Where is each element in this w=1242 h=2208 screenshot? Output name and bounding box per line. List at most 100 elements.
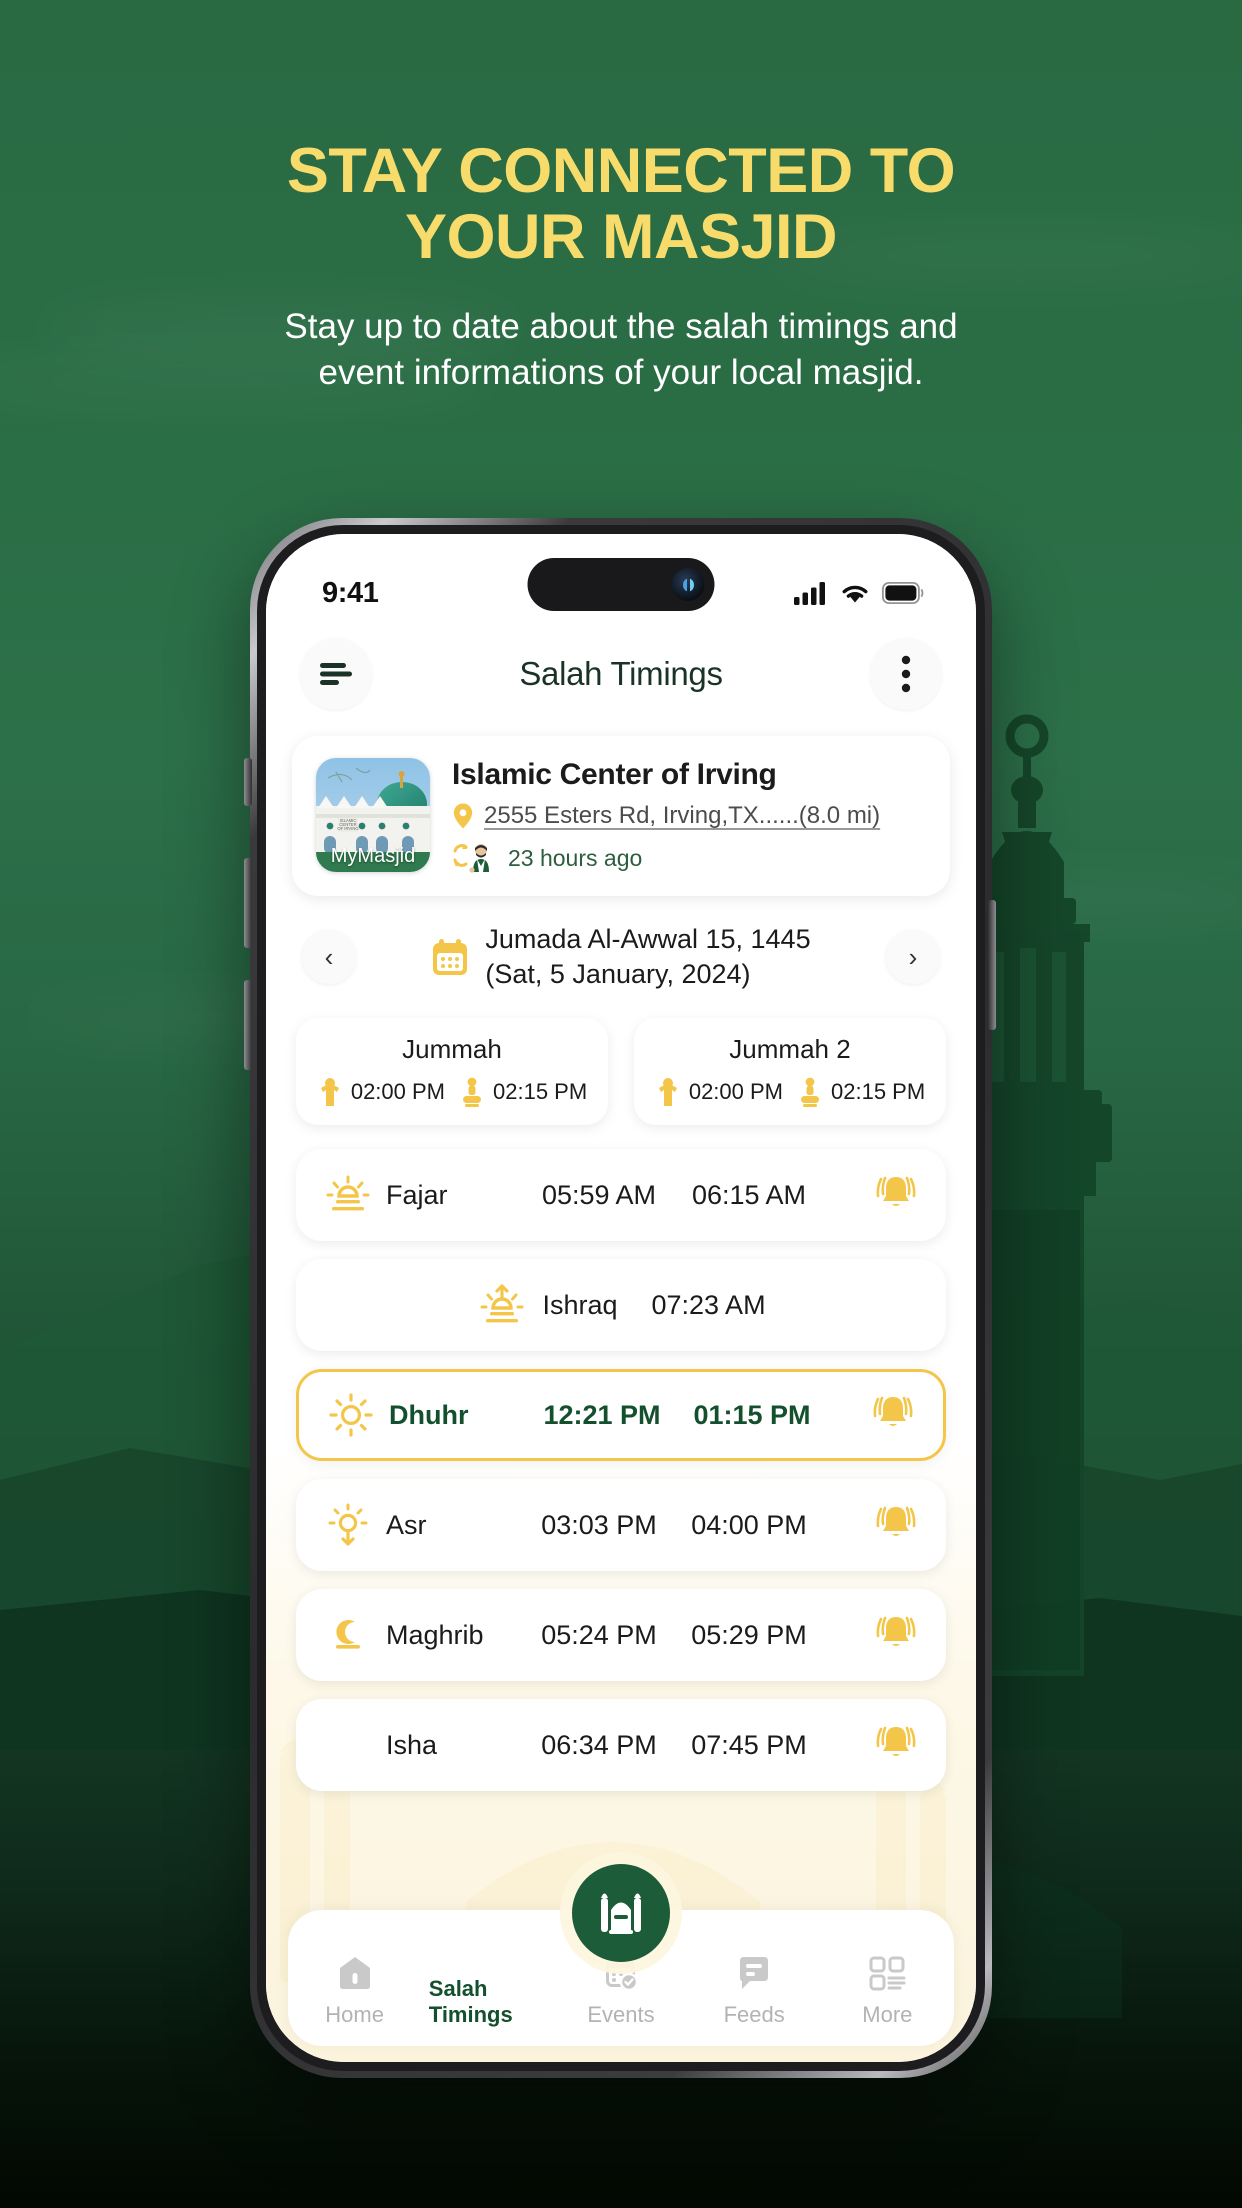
promo-subtitle-line2: event informations of your local masjid. <box>318 353 924 393</box>
promo-headline-line2: YOUR MASJID <box>404 202 838 273</box>
previous-date-button[interactable]: ‹ <box>302 930 356 985</box>
masjid-thumbnail: ISLAMIC CENTER OF IRVING MyMasjid <box>316 758 430 872</box>
nav-item-more[interactable]: More <box>828 1953 946 2028</box>
jamaat-icon <box>801 1077 819 1108</box>
moon-icon <box>322 1723 374 1767</box>
prayer-alarm-button[interactable] <box>869 1389 917 1442</box>
nav-item-feeds[interactable]: Feeds <box>695 1953 813 2028</box>
phone-power-button[interactable] <box>988 900 996 1030</box>
prayer-row-isha[interactable]: Isha 06:34 PM 07:45 PM <box>296 1699 946 1792</box>
date-navigation: ‹ Jumada Al-Awwal 15, 1445 (Sat, 5 Janua… <box>302 922 940 992</box>
nav-label: Salah Timings <box>428 1976 513 2027</box>
phone-mute-switch[interactable] <box>244 758 252 806</box>
prayer-row-ishraq[interactable]: Ishraq 07:23 AM <box>296 1259 946 1352</box>
phone-mockup: 9:41 Salah Timings ISLAMIC CENTER OF IRV… <box>250 518 992 2078</box>
prayer-begin-time: 06:34 PM <box>541 1729 657 1760</box>
phone-volume-down-button[interactable] <box>244 980 252 1070</box>
masjid-name: Islamic Center of Irving <box>452 758 777 791</box>
cellular-signal-icon <box>794 582 825 605</box>
bell-icon <box>873 1396 913 1426</box>
khutbah-time: 02:00 PM <box>350 1079 445 1105</box>
nav-item-events[interactable]: Events <box>562 1953 680 2028</box>
nav-item-home[interactable]: Home <box>296 1953 414 2028</box>
bell-icon <box>876 1726 916 1756</box>
bell-icon <box>876 1176 916 1206</box>
more-options-button[interactable] <box>870 638 942 710</box>
nav-item-salah-timings[interactable]: Salah Timings <box>429 1927 547 2028</box>
prayer-jamaat-time: 06:15 AM <box>691 1179 807 1210</box>
salah-timings-fab[interactable] <box>572 1864 670 1962</box>
prayer-alarm-button[interactable] <box>872 1169 920 1222</box>
jummah-card[interactable]: Jummah 2 02:00 PM 02:15 PM <box>634 1018 946 1126</box>
jamaat-time: 02:15 PM <box>831 1079 926 1105</box>
jummah-section: Jummah 02:00 PM 02:15 PM Jummah 2 02:00 … <box>296 1018 946 1126</box>
prayer-name: Isha <box>386 1729 438 1760</box>
nav-label: Events <box>587 2002 655 2027</box>
prayer-name: Dhuhr <box>389 1399 469 1430</box>
grid-more-icon <box>869 1956 906 1991</box>
status-bar: 9:41 <box>266 534 976 626</box>
hamburger-menu-button[interactable] <box>300 638 372 710</box>
prayer-begin-time: 12:21 PM <box>543 1399 661 1430</box>
khutbah-time: 02:00 PM <box>688 1079 783 1105</box>
jummah-title: Jummah <box>402 1034 502 1065</box>
prayer-row-dhuhr[interactable]: Dhuhr 12:21 PM 01:15 PM <box>296 1369 946 1462</box>
prayer-begin-time: 05:24 PM <box>541 1619 657 1650</box>
more-vertical-icon <box>901 655 911 693</box>
svg-text:OF IRVING: OF IRVING <box>337 826 358 831</box>
masjid-card[interactable]: ISLAMIC CENTER OF IRVING MyMasjid Islamic … <box>292 736 950 896</box>
mosque-icon <box>601 1893 641 1934</box>
masjid-thumbnail-label: MyMasjid <box>330 845 416 867</box>
khutbah-icon <box>320 1078 339 1107</box>
prayer-name: Asr <box>386 1509 427 1540</box>
next-date-button[interactable]: › <box>885 930 940 985</box>
prayer-alarm-button[interactable] <box>872 1499 920 1552</box>
prayer-times-list: Fajar 05:59 AM 06:15 AM Ishraq 07:23 AM … <box>296 1149 946 1792</box>
prayer-alarm-button[interactable] <box>872 1609 920 1662</box>
ishraq-icon <box>476 1284 528 1326</box>
status-clock: 9:41 <box>322 576 379 609</box>
phone-volume-up-button[interactable] <box>244 858 252 948</box>
wifi-icon <box>842 585 868 603</box>
prayer-alarm-button[interactable] <box>872 1719 920 1772</box>
prayer-row-fajar[interactable]: Fajar 05:59 AM 06:15 AM <box>296 1149 946 1242</box>
nav-label: More <box>862 2002 913 2027</box>
masjid-updated-time: 23 hours ago <box>508 844 643 871</box>
jummah-title: Jummah 2 <box>729 1034 851 1065</box>
prayer-jamaat-time: 01:15 PM <box>693 1399 811 1430</box>
dynamic-island <box>527 558 715 611</box>
front-camera-icon <box>671 568 705 601</box>
prayer-row-maghrib[interactable]: Maghrib 05:24 PM 05:29 PM <box>296 1589 946 1682</box>
status-icons <box>794 581 924 605</box>
jummah-card[interactable]: Jummah 02:00 PM 02:15 PM <box>296 1018 608 1126</box>
map-pin-icon <box>453 803 473 829</box>
app-content: ISLAMIC CENTER OF IRVING MyMasjid Islamic … <box>266 722 976 2062</box>
prayer-row-asr[interactable]: Asr 03:03 PM 04:00 PM <box>296 1479 946 1572</box>
bell-icon <box>876 1616 916 1646</box>
prayer-begin-time: 05:59 AM <box>541 1179 657 1210</box>
prayer-name: Ishraq <box>542 1289 618 1320</box>
promo-subtitle-line1: Stay up to date about the salah timings … <box>284 307 958 347</box>
page-title: Salah Timings <box>519 655 723 692</box>
battery-icon <box>882 582 924 604</box>
prayer-jamaat-time: 04:00 PM <box>691 1509 807 1540</box>
nav-label: Home <box>325 2002 384 2027</box>
promo-headline-line1: STAY CONNECTED TO <box>286 136 956 206</box>
prayer-name: Fajar <box>386 1179 448 1210</box>
prayer-jamaat-time: 05:29 PM <box>691 1619 807 1650</box>
phone-bezel: 9:41 Salah Timings ISLAMIC CENTER OF IRV… <box>257 525 985 2071</box>
sunrise-icon <box>322 1174 374 1216</box>
prayer-begin-time: 07:23 AM <box>651 1289 766 1320</box>
jamaat-time: 02:15 PM <box>493 1079 588 1105</box>
prayer-begin-time: 03:03 PM <box>541 1509 657 1540</box>
gregorian-date: (Sat, 5 January, 2024) <box>485 959 751 990</box>
masjid-address-link[interactable]: 2555 Esters Rd, Irving,TX......(8.0 mi) <box>484 802 880 830</box>
feeds-icon <box>740 1957 769 1989</box>
hijri-date: Jumada Al-Awwal 15, 1445 <box>485 924 811 954</box>
sun-icon <box>325 1393 377 1437</box>
sunset-icon <box>322 1503 374 1547</box>
nav-label: Feeds <box>723 2002 785 2027</box>
promo-text-block: STAY CONNECTED TO YOUR MASJID Stay up to… <box>0 138 1242 397</box>
prayer-name: Maghrib <box>386 1619 484 1650</box>
calendar-icon <box>433 939 468 976</box>
